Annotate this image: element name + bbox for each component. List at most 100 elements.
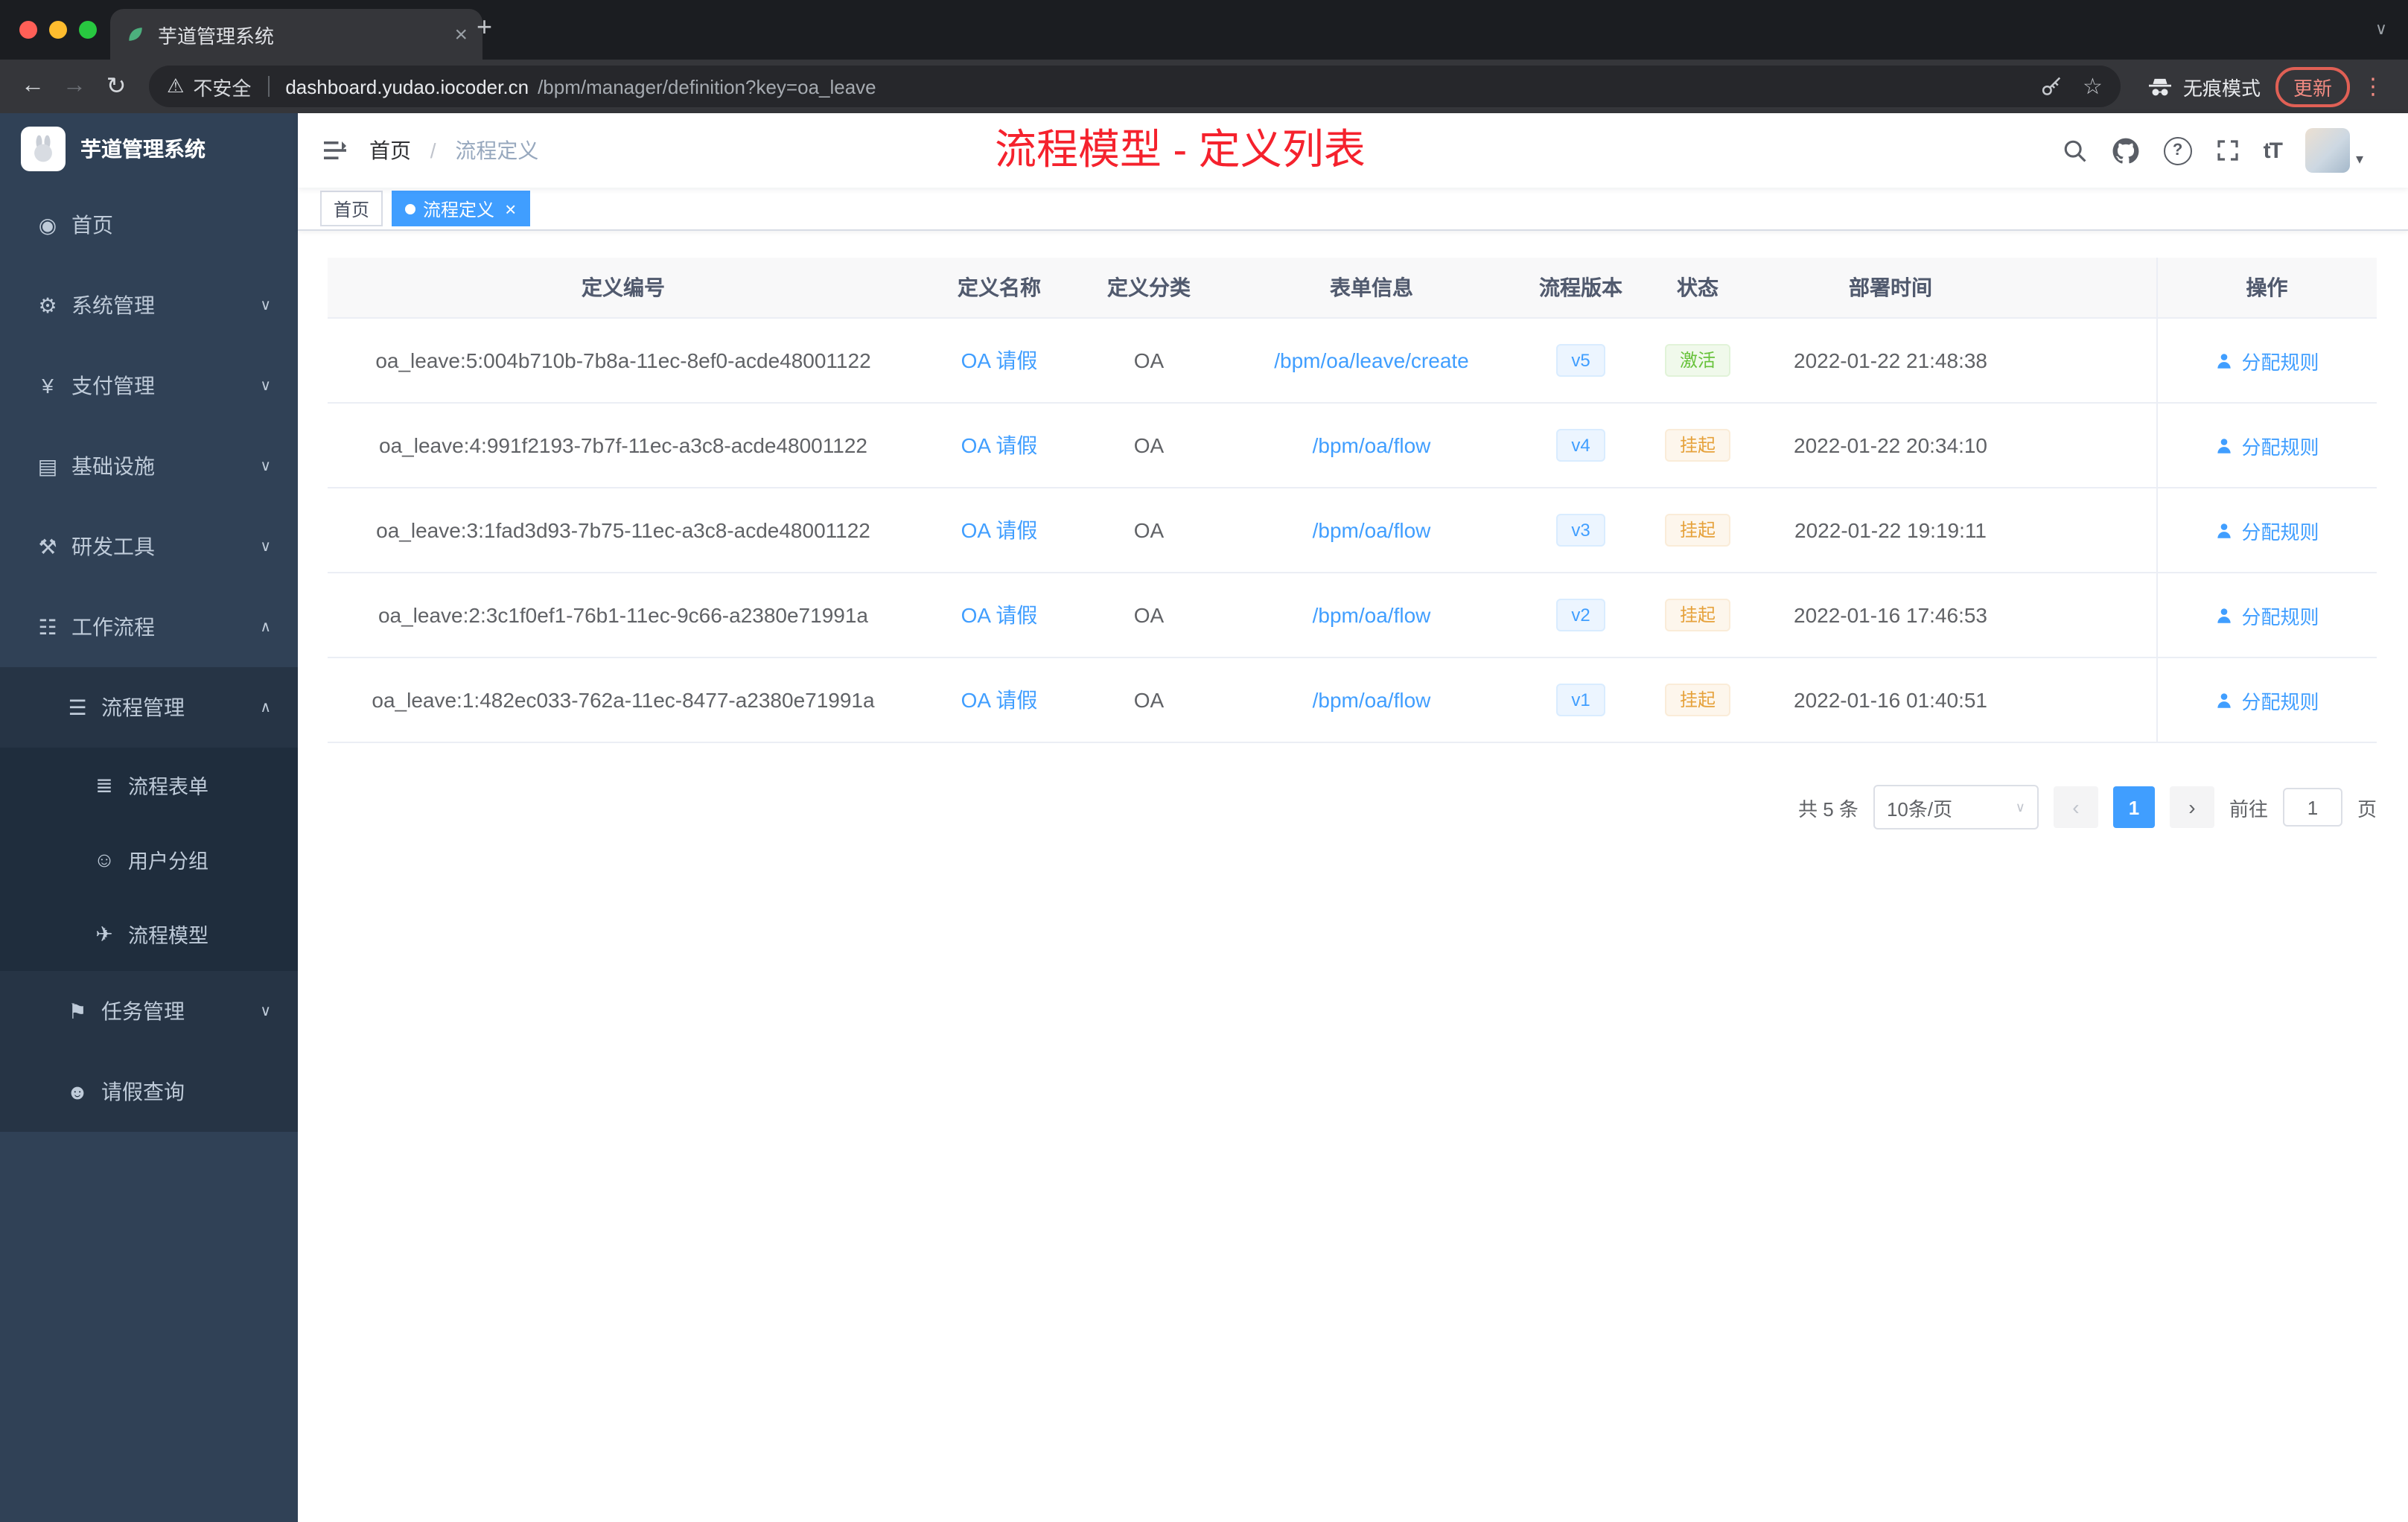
breadcrumb-separator: / (430, 138, 436, 162)
tag-process-definition[interactable]: 流程定义 × (392, 191, 530, 226)
tag-close-icon[interactable]: × (505, 199, 516, 218)
assign-rule-button[interactable]: 分配规则 (2214, 516, 2319, 544)
password-key-icon[interactable] (2039, 75, 2062, 98)
url-path: /bpm/manager/definition?key=oa_leave (538, 75, 876, 98)
update-button[interactable]: 更新 (2275, 66, 2350, 106)
table-row: oa_leave:5:004b710b-7b8a-11ec-8ef0-acde4… (328, 318, 2377, 404)
pagination-total: 共 5 条 (1798, 797, 1858, 820)
form-info-link[interactable]: /bpm/oa/flow (1313, 688, 1431, 712)
status-badge: 激活 (1664, 344, 1730, 377)
sidebar-item-payment[interactable]: ¥ 支付管理 ∨ (0, 346, 298, 426)
col-definition-id: 定义编号 (328, 258, 919, 319)
version-badge: v3 (1556, 514, 1605, 547)
breadcrumb-current: 流程定义 (455, 138, 539, 162)
address-bar[interactable]: ⚠ 不安全 dashboard.yudao.iocoder.cn/bpm/man… (149, 66, 2121, 107)
forward-icon[interactable]: → (54, 73, 95, 100)
user-menu[interactable]: ▾ (2305, 128, 2363, 173)
cell-definition-id: oa_leave:1:482ec033-762a-11ec-8477-a2380… (328, 657, 919, 743)
sidebar-item-devtools[interactable]: ⚒ 研发工具 ∨ (0, 506, 298, 587)
next-page-button[interactable]: › (2169, 786, 2214, 828)
assign-rule-button[interactable]: 分配规则 (2214, 601, 2319, 629)
version-badge: v4 (1556, 429, 1605, 462)
github-icon[interactable] (2112, 136, 2140, 165)
assign-rule-button[interactable]: 分配规则 (2214, 431, 2319, 459)
definition-name-link[interactable]: OA 请假 (961, 433, 1038, 457)
gear-icon: ⚙ (38, 293, 57, 316)
sidebar-item-home[interactable]: ◉ 首页 (0, 185, 298, 265)
list-icon: ☰ (68, 695, 87, 719)
col-filler (2022, 258, 2156, 319)
omnibox-divider (267, 76, 270, 97)
definition-name-link[interactable]: OA 请假 (961, 603, 1038, 627)
cell-category: OA (1080, 403, 1218, 488)
cell-deploy-time: 2022-01-16 01:40:51 (1759, 657, 2022, 743)
page-size-select[interactable]: 10条/页 ∨ (1873, 785, 2039, 830)
font-size-icon[interactable]: tT (2264, 138, 2283, 163)
incognito-label: 无痕模式 (2182, 77, 2261, 99)
prev-page-button[interactable]: ‹ (2053, 786, 2098, 828)
browser-tab[interactable]: 芋道管理系统 × (110, 9, 482, 60)
sidebar-item-label: 研发工具 (71, 535, 155, 558)
form-info-link[interactable]: /bpm/oa/flow (1313, 518, 1431, 542)
definition-name-link[interactable]: OA 请假 (961, 348, 1038, 372)
sidebar-item-task-management[interactable]: ⚑ 任务管理 ∨ (0, 971, 298, 1051)
breadcrumb-home[interactable]: 首页 (369, 138, 411, 162)
col-process-version: 流程版本 (1525, 258, 1637, 319)
back-icon[interactable]: ← (12, 73, 54, 100)
form-info-link[interactable]: /bpm/oa/flow (1313, 603, 1431, 627)
sidebar-item-infrastructure[interactable]: ▤ 基础设施 ∨ (0, 426, 298, 506)
definition-name-link[interactable]: OA 请假 (961, 688, 1038, 712)
assign-rule-button[interactable]: 分配规则 (2214, 686, 2319, 714)
sidebar-item-workflow[interactable]: ☷ 工作流程 ∧ (0, 587, 298, 667)
table-header-row: 定义编号 定义名称 定义分类 表单信息 流程版本 状态 部署时间 操作 (328, 258, 2377, 319)
assign-person-icon (2217, 692, 2232, 707)
sidebar-item-system[interactable]: ⚙ 系统管理 ∨ (0, 265, 298, 346)
col-actions: 操作 (2156, 258, 2377, 319)
bookmark-star-icon[interactable]: ☆ (2083, 73, 2103, 100)
browser-chrome: 芋道管理系统 × + ∨ ← → ↻ ⚠ 不安全 dashboard.yudao… (0, 0, 2408, 113)
cell-definition-id: oa_leave:5:004b710b-7b8a-11ec-8ef0-acde4… (328, 318, 919, 404)
col-definition-name: 定义名称 (919, 258, 1080, 319)
sidebar-item-leave-query[interactable]: ☻ 请假查询 (0, 1051, 298, 1132)
browser-menu-icon[interactable]: ⋮ (2362, 73, 2384, 100)
sidebar-toggle-icon[interactable] (322, 137, 348, 164)
new-tab-button[interactable]: + (477, 12, 492, 43)
tag-label: 首页 (334, 199, 370, 220)
minimize-window-icon[interactable] (49, 21, 67, 39)
sidebar-item-user-groups[interactable]: ☺ 用户分组 (0, 822, 298, 897)
sidebar-item-process-management[interactable]: ☰ 流程管理 ∧ (0, 667, 298, 748)
help-icon[interactable]: ? (2163, 136, 2192, 165)
sidebar-item-process-form[interactable]: ≣ 流程表单 (0, 748, 298, 822)
reload-icon[interactable]: ↻ (95, 71, 137, 101)
tab-search-chevron-icon[interactable]: ∨ (2375, 19, 2387, 39)
tab-strip: 芋道管理系统 × + ∨ (0, 0, 2408, 60)
chevron-up-icon: ∧ (260, 699, 271, 716)
close-window-icon[interactable] (19, 21, 37, 39)
zoom-window-icon[interactable] (79, 21, 97, 39)
yen-icon: ¥ (42, 374, 54, 398)
assign-rule-button[interactable]: 分配规则 (2214, 346, 2319, 375)
search-icon[interactable] (2063, 138, 2088, 163)
form-info-link[interactable]: /bpm/oa/leave/create (1274, 348, 1469, 372)
cell-category: OA (1080, 657, 1218, 743)
tag-home[interactable]: 首页 (320, 191, 383, 226)
tab-close-icon[interactable]: × (454, 22, 468, 47)
content-area: 定义编号 定义名称 定义分类 表单信息 流程版本 状态 部署时间 操作 oa_l… (298, 231, 2408, 1522)
tag-label: 流程定义 (423, 199, 495, 220)
status-badge: 挂起 (1664, 514, 1730, 547)
security-label: 不安全 (193, 77, 252, 99)
avatar[interactable] (2305, 128, 2350, 173)
briefcase-icon: ☷ (38, 614, 57, 638)
dashboard-icon: ◉ (38, 212, 57, 236)
page-number-button[interactable]: 1 (2112, 786, 2155, 828)
flag-icon: ⚑ (68, 999, 87, 1022)
fullscreen-icon[interactable] (2216, 138, 2240, 162)
form-info-link[interactable]: /bpm/oa/flow (1313, 433, 1431, 457)
definition-name-link[interactable]: OA 请假 (961, 518, 1038, 542)
sidebar-item-label: 首页 (71, 213, 113, 237)
goto-page-input[interactable] (2282, 788, 2342, 827)
goto-label: 前往 (2229, 797, 2268, 820)
chevron-up-icon: ∧ (260, 619, 271, 635)
not-secure-warning-icon[interactable]: ⚠ (167, 74, 184, 98)
sidebar-item-process-model[interactable]: ✈ 流程模型 (0, 897, 298, 971)
